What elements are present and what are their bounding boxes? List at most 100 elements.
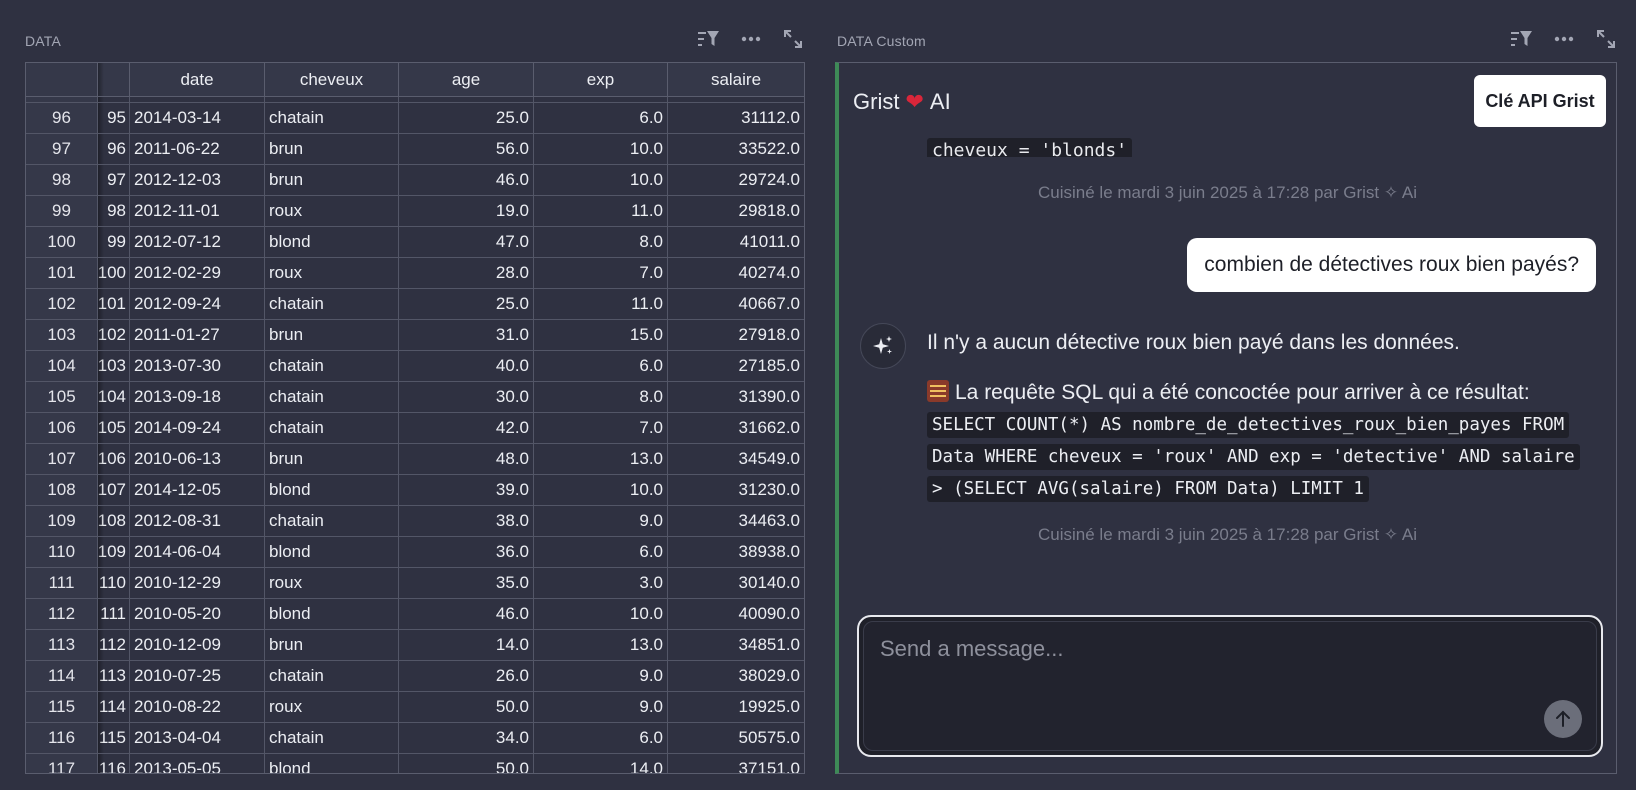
table-row[interactable]: 98 97 2012-12-03 brun 46.0 10.0 29724.0 [26,165,804,196]
cell-cheveux[interactable]: chatain [265,289,399,319]
table-row[interactable]: 114 113 2010-07-25 chatain 26.0 9.0 38029.0 [26,661,804,692]
cell-cheveux[interactable]: blond [265,599,399,629]
column-header-exp[interactable]: exp [534,63,668,96]
table-row[interactable]: 102 101 2012-09-24 chatain 25.0 11.0 40667.0 [26,289,804,320]
cell-exp[interactable]: 14.0 [534,754,668,773]
cell-cheveux[interactable]: roux [265,568,399,598]
cell-exp[interactable]: 8.0 [534,227,668,257]
cell-date[interactable]: 2010-07-25 [130,661,265,691]
row-number[interactable]: 115 [26,692,98,722]
cell-age[interactable]: 50.0 [399,692,534,722]
expand-icon[interactable] [782,28,804,50]
cell-id[interactable]: 104 [98,382,130,412]
table-row[interactable]: 97 96 2011-06-22 brun 56.0 10.0 33522.0 [26,134,804,165]
cell-date[interactable]: 2013-05-05 [130,754,265,773]
cell-exp[interactable]: 3.0 [534,568,668,598]
cell-id[interactable]: 102 [98,320,130,350]
cell-id[interactable]: 97 [98,165,130,195]
cell-cheveux[interactable]: blond [265,227,399,257]
cell-date[interactable]: 2013-09-18 [130,382,265,412]
table-row[interactable]: 110 109 2014-06-04 blond 36.0 6.0 38938.0 [26,537,804,568]
cell-date[interactable]: 2012-09-24 [130,289,265,319]
cell-id[interactable]: 99 [98,227,130,257]
cell-date[interactable]: 2013-04-04 [130,723,265,753]
cell-id[interactable]: 112 [98,630,130,660]
row-number-header[interactable] [26,63,98,96]
table-row[interactable]: 109 108 2012-08-31 chatain 38.0 9.0 34463.0 [26,506,804,537]
cell-age[interactable]: 39.0 [399,475,534,505]
cell-date[interactable]: 2010-06-13 [130,444,265,474]
table-row[interactable]: 116 115 2013-04-04 chatain 34.0 6.0 50575.0 [26,723,804,754]
cell-salaire[interactable]: 40667.0 [668,289,804,319]
cell-exp[interactable]: 15.0 [534,320,668,350]
table-row[interactable]: 107 106 2010-06-13 brun 48.0 13.0 34549.0 [26,444,804,475]
row-number[interactable]: 112 [26,599,98,629]
column-header-age[interactable]: age [399,63,534,96]
cell-id[interactable]: 101 [98,289,130,319]
table-row[interactable]: 105 104 2013-09-18 chatain 30.0 8.0 31390.0 [26,382,804,413]
cell-age[interactable]: 48.0 [399,444,534,474]
message-input[interactable] [880,636,1480,662]
cell-exp[interactable]: 10.0 [534,599,668,629]
cell-exp[interactable]: 6.0 [534,537,668,567]
cell-exp[interactable]: 7.0 [534,258,668,288]
cell-id[interactable]: 103 [98,351,130,381]
cell-age[interactable]: 46.0 [399,165,534,195]
cell-date[interactable]: 2010-12-09 [130,630,265,660]
column-header-salaire[interactable]: salaire [668,63,804,96]
cell-salaire[interactable]: 30140.0 [668,568,804,598]
row-number[interactable]: 105 [26,382,98,412]
row-number[interactable]: 116 [26,723,98,753]
cell-date[interactable]: 2014-09-24 [130,413,265,443]
cell-id[interactable]: 95 [98,103,130,133]
row-number[interactable]: 110 [26,537,98,567]
cell-salaire[interactable]: 33522.0 [668,134,804,164]
cell-salaire[interactable]: 29818.0 [668,196,804,226]
cell-id[interactable]: 98 [98,196,130,226]
cell-salaire[interactable]: 40090.0 [668,599,804,629]
table-row[interactable]: 104 103 2013-07-30 chatain 40.0 6.0 27185.0 [26,351,804,382]
cell-cheveux[interactable]: roux [265,692,399,722]
cell-age[interactable]: 28.0 [399,258,534,288]
cell-salaire[interactable]: 40274.0 [668,258,804,288]
cell-cheveux[interactable]: brun [265,444,399,474]
cell-date[interactable]: 2010-12-29 [130,568,265,598]
cell-age[interactable]: 56.0 [399,134,534,164]
cell-exp[interactable]: 11.0 [534,289,668,319]
cell-date[interactable]: 2012-08-31 [130,506,265,536]
cell-id[interactable]: 105 [98,413,130,443]
cell-salaire[interactable]: 31662.0 [668,413,804,443]
table-row[interactable]: 112 111 2010-05-20 blond 46.0 10.0 40090.0 [26,599,804,630]
cell-cheveux[interactable]: brun [265,630,399,660]
row-number[interactable]: 111 [26,568,98,598]
cell-exp[interactable]: 13.0 [534,444,668,474]
cell-cheveux[interactable]: chatain [265,103,399,133]
column-header-date[interactable]: date [130,63,265,96]
cell-cheveux[interactable]: roux [265,196,399,226]
cell-salaire[interactable]: 29724.0 [668,165,804,195]
cell-salaire[interactable]: 34463.0 [668,506,804,536]
cell-age[interactable]: 40.0 [399,351,534,381]
cell-id[interactable]: 111 [98,599,130,629]
table-row[interactable]: 106 105 2014-09-24 chatain 42.0 7.0 31662.0 [26,413,804,444]
row-number[interactable]: 101 [26,258,98,288]
cell-salaire[interactable]: 34549.0 [668,444,804,474]
cell-exp[interactable]: 9.0 [534,692,668,722]
cell-id[interactable]: 115 [98,723,130,753]
cell-age[interactable]: 26.0 [399,661,534,691]
cell-age[interactable]: 35.0 [399,568,534,598]
cell-cheveux[interactable]: brun [265,165,399,195]
cell-cheveux[interactable]: chatain [265,723,399,753]
row-number[interactable]: 100 [26,227,98,257]
cell-salaire[interactable]: 38938.0 [668,537,804,567]
row-number[interactable]: 117 [26,754,98,773]
more-dots-icon[interactable] [740,28,762,50]
row-number[interactable]: 99 [26,196,98,226]
cell-age[interactable]: 31.0 [399,320,534,350]
row-number[interactable]: 96 [26,103,98,133]
cell-date[interactable]: 2012-07-12 [130,227,265,257]
cell-id[interactable]: 114 [98,692,130,722]
more-dots-icon[interactable] [1553,28,1575,50]
row-number[interactable]: 114 [26,661,98,691]
cell-cheveux[interactable]: chatain [265,661,399,691]
